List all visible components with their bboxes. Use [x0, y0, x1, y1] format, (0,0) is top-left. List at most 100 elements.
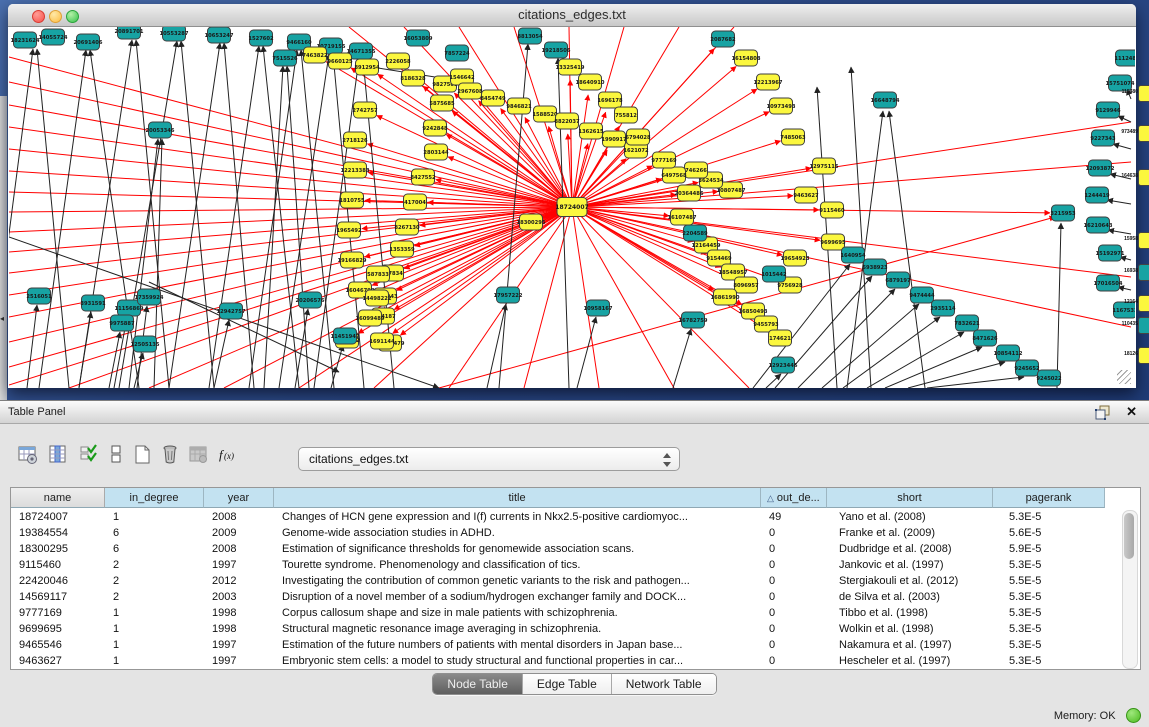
graph-node[interactable]: 17016504: [1094, 275, 1123, 291]
table-row[interactable]: 946362711997Embryonic stem cells: a mode…: [11, 653, 1121, 669]
graph-node[interactable]: 19654923: [781, 250, 810, 266]
table-row[interactable]: 2242004622012Investigating the contribut…: [11, 573, 1121, 589]
graph-node[interactable]: 9846821: [506, 98, 532, 114]
graph-node[interactable]: 14055724: [39, 29, 68, 45]
tab-network-table[interactable]: Network Table: [612, 674, 716, 694]
graph-node[interactable]: 2803144: [423, 144, 449, 160]
table-row[interactable]: 969969511998Structural magnetic resonanc…: [11, 621, 1121, 637]
cell-short[interactable]: Jankovic et al. (1997): [827, 557, 993, 573]
select-columns-icon[interactable]: [78, 444, 102, 468]
cell-title[interactable]: Disruption of a novel member of a sodium…: [274, 589, 761, 605]
cell-name[interactable]: 22420046: [11, 573, 105, 589]
cell-name[interactable]: 9699695: [11, 621, 105, 637]
graph-node[interactable]: 6794028: [625, 129, 651, 145]
float-panel-icon[interactable]: [1095, 405, 1111, 420]
cell-short[interactable]: Wolkin et al. (1998): [827, 621, 993, 637]
cell-short[interactable]: Nakamura et al. (1997): [827, 637, 993, 653]
cell-pagerank[interactable]: 5.3E-5: [993, 605, 1105, 621]
graph-node[interactable]: 16154808: [732, 50, 761, 66]
west-panel-edge[interactable]: ◂: [0, 96, 7, 400]
cell-pagerank[interactable]: 5.3E-5: [993, 557, 1105, 573]
table-row[interactable]: 1830029562008Estimation of significance …: [11, 541, 1121, 557]
graph-node[interactable]: 20691406: [74, 34, 103, 50]
network-graph[interactable]: 1872400718300295182316241405572420691406…: [9, 27, 1135, 388]
cell-name[interactable]: 18724007: [11, 509, 105, 525]
network-window-titlebar[interactable]: citations_edges.txt: [8, 4, 1136, 27]
graph-edge[interactable]: [224, 43, 254, 388]
graph-node[interactable]: 9777169: [651, 152, 677, 168]
graph-node[interactable]: 12923446: [769, 357, 798, 373]
graph-node[interactable]: 6497568: [661, 167, 687, 183]
graph-node[interactable]: 5938923: [862, 259, 888, 275]
table-scrollbar[interactable]: [1122, 510, 1138, 669]
graph-edge[interactable]: [264, 66, 283, 388]
cell-title[interactable]: Embryonic stem cells: a model to study s…: [274, 653, 761, 669]
graph-node[interactable]: 1015442: [761, 266, 787, 282]
graph-node[interactable]: 2718126: [342, 132, 368, 148]
graph-node[interactable]: 9660125: [327, 53, 353, 69]
cell-name[interactable]: 14569117: [11, 589, 105, 605]
graph-node[interactable]: 7485063: [780, 129, 806, 145]
graph-node[interactable]: 1696178: [597, 92, 623, 108]
graph-node[interactable]: 2967608: [457, 83, 483, 99]
graph-node[interactable]: 9129946: [1095, 102, 1121, 118]
column-header-out_de[interactable]: △out_de...: [761, 488, 827, 508]
cell-out_de[interactable]: 0: [761, 589, 827, 605]
graph-node[interactable]: 7832621: [954, 315, 980, 331]
cell-in_degree[interactable]: 1: [105, 621, 204, 637]
cell-year[interactable]: 2008: [204, 541, 274, 557]
graph-edge[interactable]: [109, 332, 120, 388]
graph-node[interactable]: 12942757: [217, 303, 246, 319]
graph-node[interactable]: 19218506: [542, 42, 571, 58]
graph-node[interactable]: 12093872: [1086, 160, 1115, 176]
cell-out_de[interactable]: 49: [761, 509, 827, 525]
cell-in_degree[interactable]: 1: [105, 637, 204, 653]
graph-node[interactable]: 587833: [367, 266, 390, 282]
graph-node[interactable]: 11451947: [331, 328, 360, 344]
graph-node[interactable]: 1353359: [389, 241, 415, 257]
graph-node[interactable]: 3931591: [80, 295, 106, 311]
column-header-in_degree[interactable]: in_degree: [105, 488, 204, 508]
graph-edge[interactable]: [889, 111, 925, 388]
graph-node[interactable]: 16053809: [404, 30, 433, 46]
graph-node[interactable]: 9115460: [819, 202, 845, 218]
graph-node[interactable]: 16099489: [356, 310, 385, 326]
cell-short[interactable]: Tibbo et al. (1998): [827, 605, 993, 621]
graph-node[interactable]: 174621: [769, 330, 792, 346]
graph-node[interactable]: 1810755: [339, 192, 365, 208]
cell-short[interactable]: Dudbridge et al. (2008): [827, 541, 993, 557]
graph-edge[interactable]: [9, 171, 572, 207]
partial-graph-node[interactable]: 164638: [1138, 169, 1149, 186]
graph-node[interactable]: 9463627: [793, 187, 819, 203]
graph-edge[interactable]: [27, 305, 37, 388]
graph-node[interactable]: 10958167: [584, 300, 613, 316]
graph-edge[interactable]: [1118, 116, 1131, 122]
partial-graph-node[interactable]: 12164: [1138, 295, 1149, 312]
graph-node[interactable]: 2742757: [352, 102, 378, 118]
table-row[interactable]: 911546021997Tourette syndrome. Phenomeno…: [11, 557, 1121, 573]
cell-out_de[interactable]: 0: [761, 525, 827, 541]
graph-node[interactable]: 13325419: [556, 59, 585, 75]
graph-edge[interactable]: [798, 289, 895, 388]
cell-year[interactable]: 1997: [204, 557, 274, 573]
graph-node[interactable]: 12975115: [810, 158, 839, 174]
cell-year[interactable]: 1997: [204, 637, 274, 653]
graph-edge[interactable]: [9, 57, 572, 207]
cell-out_de[interactable]: 0: [761, 557, 827, 573]
table-row[interactable]: 1456911722003Disruption of a novel membe…: [11, 589, 1121, 605]
cell-in_degree[interactable]: 2: [105, 573, 204, 589]
graph-edge[interactable]: [572, 207, 674, 388]
cell-out_de[interactable]: 0: [761, 637, 827, 653]
graph-node[interactable]: 1244419: [1084, 187, 1110, 203]
cell-year[interactable]: 2012: [204, 573, 274, 589]
cell-in_degree[interactable]: 2: [105, 557, 204, 573]
cell-year[interactable]: 2008: [204, 509, 274, 525]
graph-node[interactable]: 10553287: [160, 27, 189, 41]
graph-node[interactable]: 1640954: [840, 247, 866, 263]
column-header-pagerank[interactable]: pagerank: [993, 488, 1105, 508]
table-row[interactable]: 977716911998Corpus callosum shape and si…: [11, 605, 1121, 621]
cell-title[interactable]: Tourette syndrome. Phenomenology and cla…: [274, 557, 761, 573]
graph-edge[interactable]: [1113, 144, 1131, 149]
cell-name[interactable]: 9465546: [11, 637, 105, 653]
graph-node[interactable]: 746266: [685, 162, 708, 178]
